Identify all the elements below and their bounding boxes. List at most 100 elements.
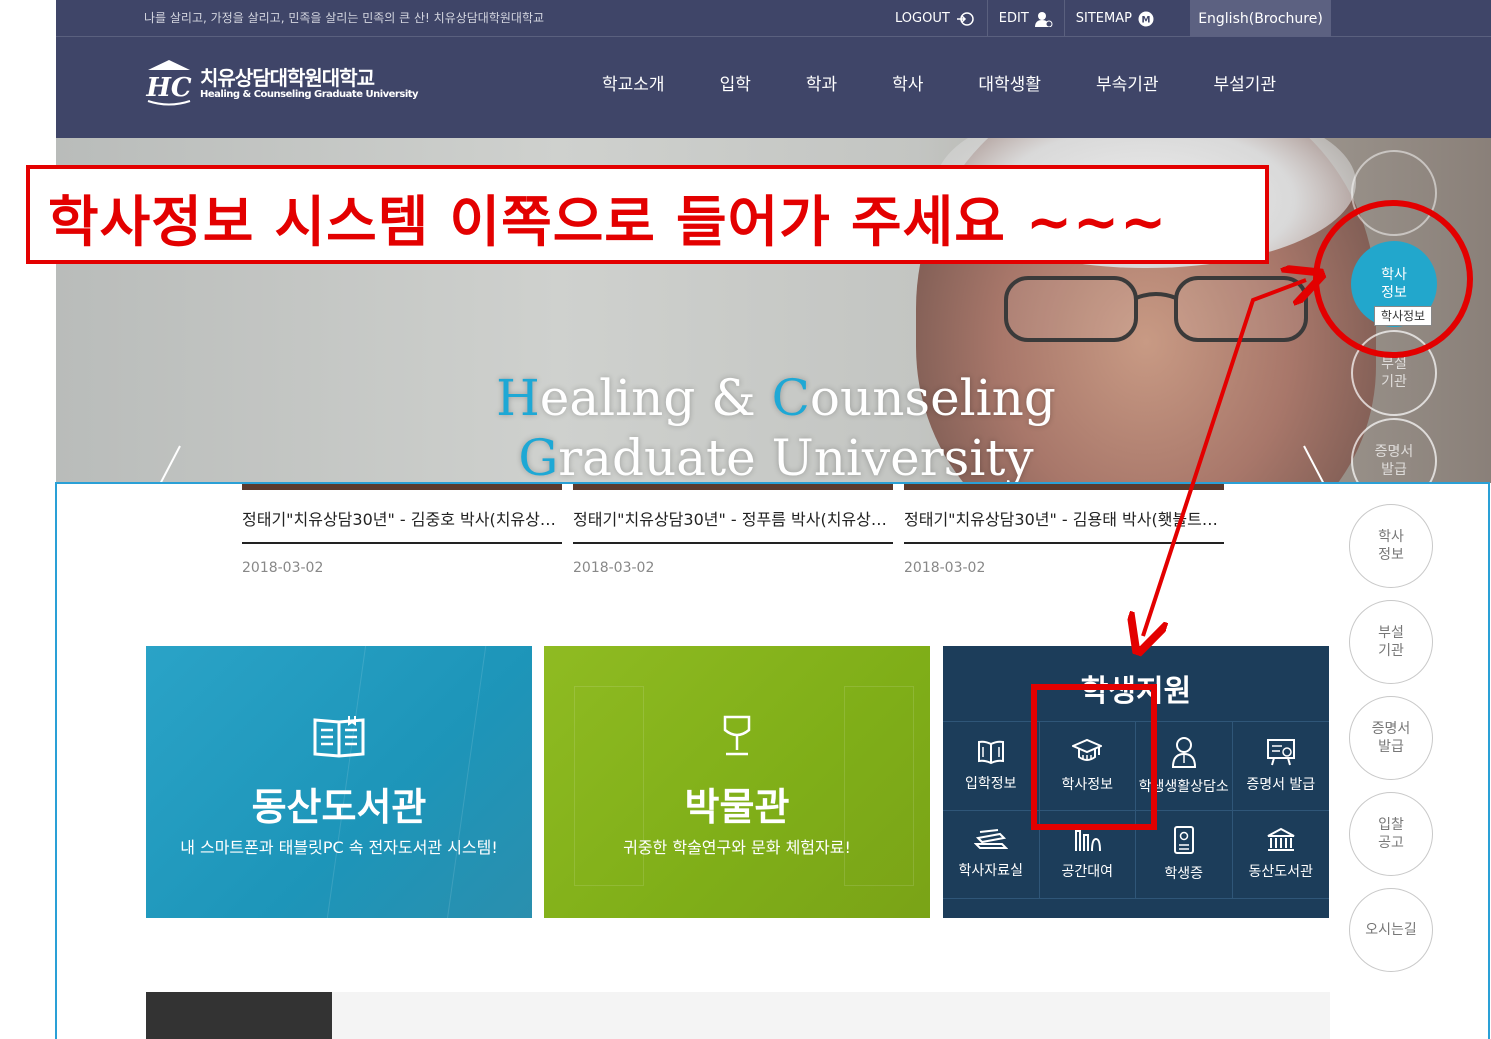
edit-label: EDIT (998, 11, 1029, 26)
hero-initial-g: G (518, 429, 559, 483)
hero-prev-arrow-icon[interactable] (148, 438, 188, 483)
faded-line2: 기관 (1381, 374, 1407, 390)
quick-label-line1: 오시는길 (1365, 922, 1417, 938)
nav-item-academic[interactable]: 학사 (892, 70, 923, 95)
nav-item-department[interactable]: 학과 (806, 70, 837, 95)
news-thumbnail (904, 484, 1224, 490)
support-item-certificate[interactable]: 증명서 발급 (1232, 722, 1329, 811)
top-utility-bar: 나를 살리고, 가정을 살리고, 민족을 살리는 민족의 큰 산! 치유상담대학… (56, 0, 1491, 37)
support-item-admission-info[interactable]: 입학정보 (943, 722, 1040, 811)
books-stack-icon (973, 829, 1008, 850)
support-item-label: 동산도서관 (1248, 864, 1313, 881)
news-date: 2018-03-02 (573, 560, 655, 576)
site-tagline: 나를 살리고, 가정을 살리고, 민족을 살리는 민족의 큰 산! 치유상담대학… (144, 11, 545, 25)
quick-certificate[interactable]: 증명서발급 (1349, 696, 1433, 780)
hero-word-raduate: raduate University (558, 429, 1034, 483)
annotation-circle (1313, 200, 1473, 358)
logo-mark-text: HC (145, 73, 192, 103)
news-title[interactable]: 정태기"치유상담30년" - 정푸름 박사(치유상담대학원대학교 교수) (573, 506, 893, 544)
logo-name-ko: 치유상담대학원대학교 (200, 66, 375, 90)
quick-label-line1: 증명서 (1371, 721, 1411, 737)
quick-label-line2: 발급 (1378, 739, 1404, 755)
quick-label-line1: 부설 (1378, 625, 1404, 641)
content-frame: 정태기"치유상담30년" - 김중호 박사(치유상담대학원대학교 교수) 201… (55, 482, 1490, 1039)
support-item-label: 공간대여 (1061, 864, 1114, 881)
site-logo[interactable]: HC 치유상담대학원대학교 Healing & Counseling Gradu… (144, 56, 419, 106)
logo-text: 치유상담대학원대학교 Healing & Counseling Graduate… (200, 62, 419, 100)
quick-bid-notice[interactable]: 입찰 공고 (1349, 792, 1433, 876)
quick-label-line1: 학사 (1378, 529, 1404, 545)
utility-links: LOGOUT EDIT SITEMAP M (884, 0, 1165, 37)
hero-title: Healing & Counseling Graduate University (496, 368, 1056, 483)
quick-directions[interactable]: 오시는길 (1349, 888, 1433, 972)
certificate-icon (1266, 738, 1295, 766)
logo-mark-icon: HC (145, 60, 192, 106)
main-navigation: 학교소개 입학 학과 학사 대학생활 부속기관 부설기관 (602, 70, 1331, 95)
sitemap-icon: M (1138, 11, 1154, 27)
logout-label: LOGOUT (895, 11, 950, 26)
book-open-icon (313, 716, 365, 758)
sitemap-label: SITEMAP (1075, 11, 1132, 26)
hero-glasses-graphic (1004, 276, 1308, 342)
sitemap-link[interactable]: SITEMAP M (1065, 0, 1165, 37)
site-header: 나를 살리고, 가정을 살리고, 민족을 살리는 민족의 큰 산! 치유상담대학… (56, 0, 1491, 138)
edit-link[interactable]: EDIT (988, 0, 1065, 37)
hero-initial-h: H (496, 369, 540, 427)
logout-link[interactable]: LOGOUT (884, 0, 988, 37)
news-date: 2018-03-02 (242, 560, 324, 576)
news-card[interactable]: 정태기"치유상담30년" - 김용태 박사(횃불트리니티 교수) 2018-03… (904, 484, 1224, 576)
hero-initial-c: C (771, 369, 810, 427)
nav-item-admission[interactable]: 입학 (720, 70, 751, 95)
quick-label-line2: 기관 (1378, 643, 1404, 659)
support-item-academic-archive[interactable]: 학사자료실 (943, 810, 1040, 899)
support-item-label: 학사자료실 (958, 863, 1023, 880)
quick-label-line2: 정보 (1378, 547, 1404, 563)
open-book-icon (977, 740, 1004, 764)
nav-item-affiliated[interactable]: 부속기관 (1096, 70, 1159, 95)
hero-title-line1: Healing & Counseling (496, 368, 1056, 428)
language-button[interactable]: English(Brochure) (1190, 0, 1331, 37)
page: 나를 살리고, 가정을 살리고, 민족을 살리는 민족의 큰 산! 치유상담대학… (0, 0, 1491, 1039)
library-building-icon (1267, 828, 1295, 852)
nav-item-campus-life[interactable]: 대학생활 (978, 70, 1041, 95)
nav-item-attached[interactable]: 부설기관 (1214, 70, 1277, 95)
faded-line1: 부설 (1381, 356, 1407, 372)
annotation-callout: 학사정보 시스템 이쪽으로 들어가 주세요 ~~~ (26, 165, 1269, 264)
user-edit-icon (1034, 11, 1053, 27)
support-item-label: 증명서 발급 (1246, 776, 1316, 793)
support-item-library[interactable]: 동산도서관 (1232, 811, 1329, 899)
lamp-icon (723, 715, 751, 756)
svg-text:M: M (1142, 15, 1151, 25)
hero-next-arrow-icon[interactable] (1296, 438, 1336, 483)
quick-label-line1: 입찰 (1378, 817, 1404, 833)
support-item-label: 입학정보 (964, 775, 1017, 792)
support-item-label: 학생증 (1164, 866, 1204, 883)
library-tile[interactable]: 동산도서관 내 스마트폰과 태블릿PC 속 전자도서관 시스템! (146, 646, 532, 918)
news-date: 2018-03-02 (904, 560, 986, 576)
faded-line2: 발급 (1381, 462, 1407, 478)
quick-attached-institutions[interactable]: 부설기관 (1349, 600, 1433, 684)
logout-icon (956, 11, 976, 27)
quick-academic-info[interactable]: 학사정보 (1349, 504, 1433, 588)
faded-line1: 증명서 (1374, 444, 1414, 460)
museum-tile[interactable]: 박물관 귀중한 학술연구와 문화 체험자료! (544, 646, 930, 918)
hero-word-ounseling: ounseling (809, 369, 1056, 427)
annotation-highlight-box (1031, 684, 1157, 830)
annotation-instruction: 학사정보 시스템 이쪽으로 들어가 주세요 ~~~ (48, 190, 1168, 254)
news-card[interactable]: 정태기"치유상담30년" - 정푸름 박사(치유상담대학원대학교 교수) 201… (573, 484, 893, 576)
space-rental-icon (1075, 830, 1102, 852)
bottom-dark-block (146, 992, 332, 1039)
news-thumbnail (573, 484, 893, 490)
hero-title-line2: Graduate University (496, 428, 1056, 483)
logo-name-en: Healing & Counseling Graduate University (200, 89, 419, 100)
hero-word-ealing: ealing & (539, 369, 772, 427)
library-subtitle: 내 스마트폰과 태블릿PC 속 전자도서관 시스템! (180, 838, 498, 857)
news-title[interactable]: 정태기"치유상담30년" - 김용태 박사(횃불트리니티 교수) (904, 506, 1224, 544)
nav-item-about[interactable]: 학교소개 (602, 70, 665, 95)
news-title[interactable]: 정태기"치유상담30년" - 김중호 박사(치유상담대학원대학교 교수) (242, 506, 562, 544)
news-thumbnail (242, 484, 562, 490)
museum-title: 박물관 (684, 785, 790, 829)
library-title: 동산도서관 (251, 785, 427, 829)
news-card[interactable]: 정태기"치유상담30년" - 김중호 박사(치유상담대학원대학교 교수) 201… (242, 484, 562, 576)
bottom-grey-block (332, 992, 1330, 1039)
